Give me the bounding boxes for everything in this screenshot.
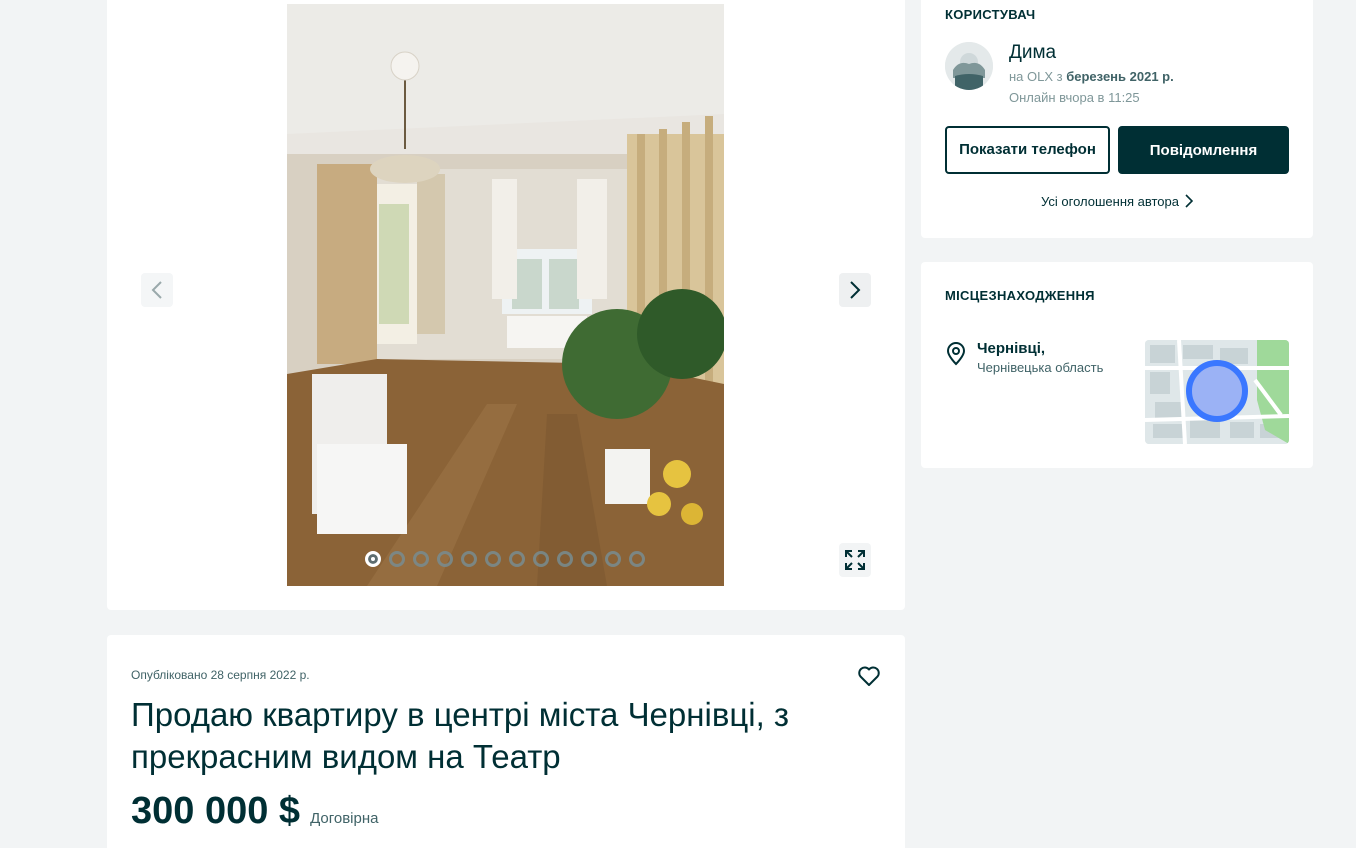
show-phone-button[interactable]: Показати телефон: [945, 126, 1110, 174]
photo-dot[interactable]: [461, 551, 477, 567]
price: 300 000 $: [131, 790, 301, 832]
photo-dot[interactable]: [389, 551, 405, 567]
photo-dot[interactable]: [509, 551, 525, 567]
photo-dot[interactable]: [581, 551, 597, 567]
message-button[interactable]: Повідомлення: [1118, 126, 1289, 174]
user-avatar-icon: [945, 42, 993, 90]
fullscreen-button[interactable]: [839, 543, 871, 577]
photo-dot[interactable]: [533, 551, 549, 567]
chevron-right-icon: [850, 281, 861, 299]
location-city: Чернівці,: [977, 340, 1046, 357]
photo-dot[interactable]: [365, 551, 381, 567]
photo-dot[interactable]: [629, 551, 645, 567]
favorite-button[interactable]: [855, 662, 883, 690]
member-since-date: березень 2021 р.: [1066, 69, 1174, 84]
previous-photo-button[interactable]: [141, 273, 173, 307]
published-date: Опубліковано 28 серпня 2022 р.: [131, 668, 310, 682]
location-map-thumbnail[interactable]: [1145, 340, 1289, 444]
chevron-right-small-icon: [1185, 194, 1194, 211]
all-author-ads-link[interactable]: Усі оголошення автора: [921, 194, 1313, 211]
listing-photo[interactable]: [287, 4, 724, 586]
user-name: Дима: [1009, 42, 1057, 63]
fullscreen-icon: [845, 550, 865, 570]
user-last-online: Онлайн вчора в 11:25: [1009, 90, 1140, 105]
ad-title: Продаю квартиру в центрі міста Чернівці,…: [131, 696, 790, 775]
next-photo-button[interactable]: [839, 273, 871, 307]
user-card: КОРИСТУВАЧ Дима на OLX з березень 2021 р…: [921, 0, 1313, 238]
chevron-left-icon: [151, 281, 162, 299]
price-row: 300 000 $ Договірна: [131, 790, 379, 833]
location-pin-icon: [945, 342, 967, 366]
photo-pagination-dots: [365, 551, 645, 567]
location-region: Чернівецька область: [977, 360, 1104, 375]
avatar[interactable]: [945, 42, 993, 90]
photo-dot[interactable]: [413, 551, 429, 567]
member-since-prefix: на OLX з: [1009, 69, 1067, 84]
location-heading: МІСЦЕЗНАХОДЖЕННЯ: [945, 288, 1095, 303]
all-author-ads-label: Усі оголошення автора: [1041, 194, 1179, 209]
photo-dot[interactable]: [557, 551, 573, 567]
user-heading: КОРИСТУВАЧ: [945, 7, 1036, 22]
gallery-card: [107, 0, 905, 610]
photo-dot[interactable]: [485, 551, 501, 567]
photo-dot[interactable]: [605, 551, 621, 567]
apartment-photo-image: [287, 4, 724, 586]
price-negotiable-label: Договірна: [310, 810, 379, 827]
photo-dot[interactable]: [437, 551, 453, 567]
map-image: [1145, 340, 1289, 444]
location-card: МІСЦЕЗНАХОДЖЕННЯ Чернівці, Чернівецька о…: [921, 262, 1313, 468]
user-member-since: на OLX з березень 2021 р.: [1009, 69, 1174, 84]
heart-icon: [858, 666, 880, 686]
ad-info-card: Опубліковано 28 серпня 2022 р. Продаю кв…: [107, 635, 905, 848]
